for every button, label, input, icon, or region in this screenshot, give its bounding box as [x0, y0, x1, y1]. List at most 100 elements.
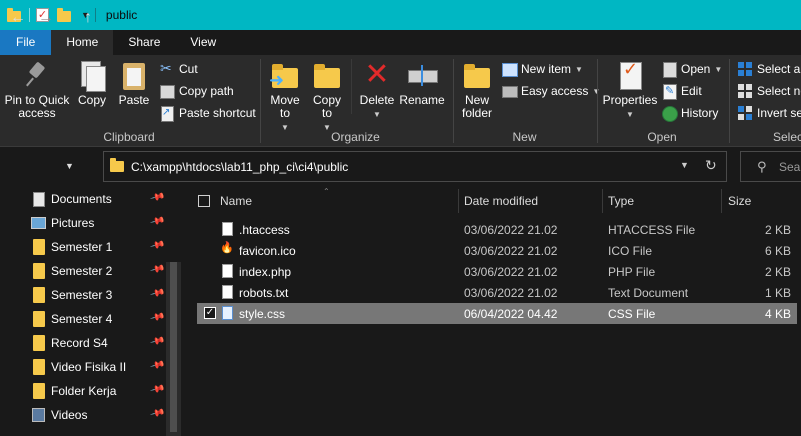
file-icon [222, 285, 233, 299]
select-all-checkbox[interactable] [198, 195, 210, 207]
rename-icon [406, 59, 438, 91]
file-size: 1 KB [764, 286, 791, 300]
sidebar-item-label: Semester 4 [51, 312, 113, 326]
pin-icon[interactable]: 📌 [149, 238, 165, 254]
new-folder-button[interactable]: New folder [458, 59, 496, 120]
divider[interactable] [721, 189, 722, 213]
back-arrow-icon[interactable]: ← [10, 9, 26, 27]
paste-button[interactable]: Paste [116, 59, 152, 107]
navigation-pane: Documents 📌 Pictures 📌 Semester 1 📌 Seme… [0, 187, 181, 436]
new-item-button[interactable]: New item ▼ [501, 59, 583, 79]
select-all-button[interactable]: Select all [737, 59, 801, 79]
move-to-button[interactable]: ➜ Move to ▼ [267, 59, 303, 134]
edit-button[interactable]: Edit [661, 81, 702, 101]
file-date: 03/06/2022 21.02 [464, 286, 558, 300]
tab-file[interactable]: File [0, 30, 52, 55]
rename-label: Rename [399, 93, 445, 107]
pin-icon[interactable]: 📌 [149, 286, 165, 302]
file-date: 06/04/2022 04.42 [464, 307, 558, 321]
select-none-label: Select none [757, 84, 801, 98]
sidebar-item-label: Documents [51, 192, 112, 206]
pin-icon[interactable]: 📌 [149, 310, 165, 326]
sidebar-item-semester-3[interactable]: Semester 3 📌 [0, 283, 165, 307]
sidebar-item-label: Pictures [51, 216, 95, 230]
tab-share[interactable]: Share [113, 30, 175, 55]
scissors-icon [159, 60, 175, 77]
paste-shortcut-button[interactable]: Paste shortcut [159, 103, 256, 123]
rename-button[interactable]: Rename [399, 59, 445, 107]
sidebar-item-video-fisika-ii[interactable]: Video Fisika II 📌 [0, 355, 165, 379]
folder-icon [33, 263, 45, 279]
cut-button[interactable]: Cut [159, 59, 198, 79]
organize-group: ➜ Move to ▼ Copy to ▼ ✕ Delete ▼ Rename … [261, 55, 450, 147]
videos-icon [32, 408, 45, 422]
new-group: New folder New item ▼ Easy access ▼ New [454, 55, 600, 147]
recent-locations-chevron-icon[interactable]: ▼ [65, 161, 74, 171]
invert-selection-button[interactable]: Invert selection [737, 103, 801, 123]
pin-icon [21, 59, 53, 91]
address-dropdown-icon[interactable]: ▼ [680, 160, 689, 170]
sidebar-item-folder-kerja[interactable]: Folder Kerja 📌 [0, 379, 165, 403]
table-row[interactable]: robots.txt 03/06/2022 21.02 Text Documen… [197, 282, 797, 303]
sidebar-item-videos[interactable]: Videos 📌 [0, 403, 165, 427]
select-none-button[interactable]: Select none [737, 81, 801, 101]
pin-icon[interactable]: 📌 [149, 262, 165, 278]
delete-button[interactable]: ✕ Delete ▼ [357, 59, 397, 121]
table-row[interactable]: favicon.ico 03/06/2022 21.02 ICO File 6 … [197, 240, 797, 261]
ico-file-icon [220, 241, 234, 257]
easy-access-icon [501, 83, 518, 99]
pin-icon[interactable]: 📌 [149, 406, 165, 422]
pin-icon[interactable]: 📌 [149, 334, 165, 350]
table-row[interactable]: index.php 03/06/2022 21.02 PHP File 2 KB [197, 261, 797, 282]
pin-icon[interactable]: 📌 [149, 190, 165, 206]
open-button[interactable]: Open ▼ [661, 59, 722, 79]
file-date: 03/06/2022 21.02 [464, 265, 558, 279]
history-label: History [681, 106, 719, 120]
address-bar[interactable]: C:\xampp\htdocs\lab11_php_ci\ci4\public [103, 151, 727, 182]
file-type: Text Document [608, 286, 689, 300]
chevron-down-icon: ▼ [626, 110, 634, 119]
pin-icon[interactable]: 📌 [149, 214, 165, 230]
move-to-icon: ➜ [269, 59, 301, 91]
sidebar-item-semester-1[interactable]: Semester 1 📌 [0, 235, 165, 259]
invert-selection-label: Invert selection [757, 106, 801, 120]
sidebar-scrollbar-thumb[interactable] [170, 262, 177, 432]
history-button[interactable]: History [661, 103, 718, 123]
file-icon [222, 264, 233, 278]
search-input[interactable]: ⚲ Search [740, 151, 801, 182]
tab-home[interactable]: Home [51, 30, 114, 55]
copy-button[interactable]: Copy [74, 59, 110, 107]
sidebar-item-pictures[interactable]: Pictures 📌 [0, 211, 165, 235]
select-group-label: Select [773, 130, 801, 144]
table-row-selected[interactable]: ✓ style.css 06/04/2022 04.42 CSS File 4 … [197, 303, 797, 324]
properties-button[interactable]: Properties ▼ [602, 59, 658, 121]
sidebar-item-record-s4[interactable]: Record S4 📌 [0, 331, 165, 355]
sidebar-item-label: Semester 2 [51, 264, 113, 278]
search-icon: ⚲ [757, 159, 767, 174]
sidebar-item-documents[interactable]: Documents 📌 [0, 187, 165, 211]
divider[interactable] [458, 189, 459, 213]
row-checkbox[interactable]: ✓ [204, 307, 216, 319]
easy-access-button[interactable]: Easy access ▼ [501, 81, 600, 101]
column-header-name[interactable]: Name [220, 187, 457, 215]
tab-view[interactable]: View [175, 30, 231, 55]
pin-icon[interactable]: 📌 [149, 358, 165, 374]
forward-arrow-icon[interactable]: → [38, 9, 54, 27]
refresh-icon[interactable]: ↻ [705, 157, 717, 174]
table-row[interactable]: .htaccess 03/06/2022 21.02 HTACCESS File… [197, 219, 797, 240]
column-header-size[interactable]: Size [728, 187, 788, 215]
sidebar-item-label: Videos [51, 408, 88, 422]
up-arrow-icon[interactable]: ↑ [84, 9, 92, 27]
new-folder-quick-icon[interactable] [57, 7, 73, 23]
pin-to-quick-access-button[interactable]: Pin to Quick access [2, 59, 72, 120]
file-type: PHP File [608, 265, 656, 279]
column-header-type[interactable]: Type [608, 187, 718, 215]
sidebar-item-semester-2[interactable]: Semester 2 📌 [0, 259, 165, 283]
column-header-date-modified[interactable]: Date modified [464, 187, 600, 215]
sidebar-item-label: Video Fisika II [51, 360, 127, 374]
sidebar-item-semester-4[interactable]: Semester 4 📌 [0, 307, 165, 331]
divider[interactable] [602, 189, 603, 213]
pin-icon[interactable]: 📌 [149, 382, 165, 398]
copy-to-button[interactable]: Copy to ▼ [309, 59, 345, 134]
copy-path-button[interactable]: Copy path [159, 81, 234, 101]
